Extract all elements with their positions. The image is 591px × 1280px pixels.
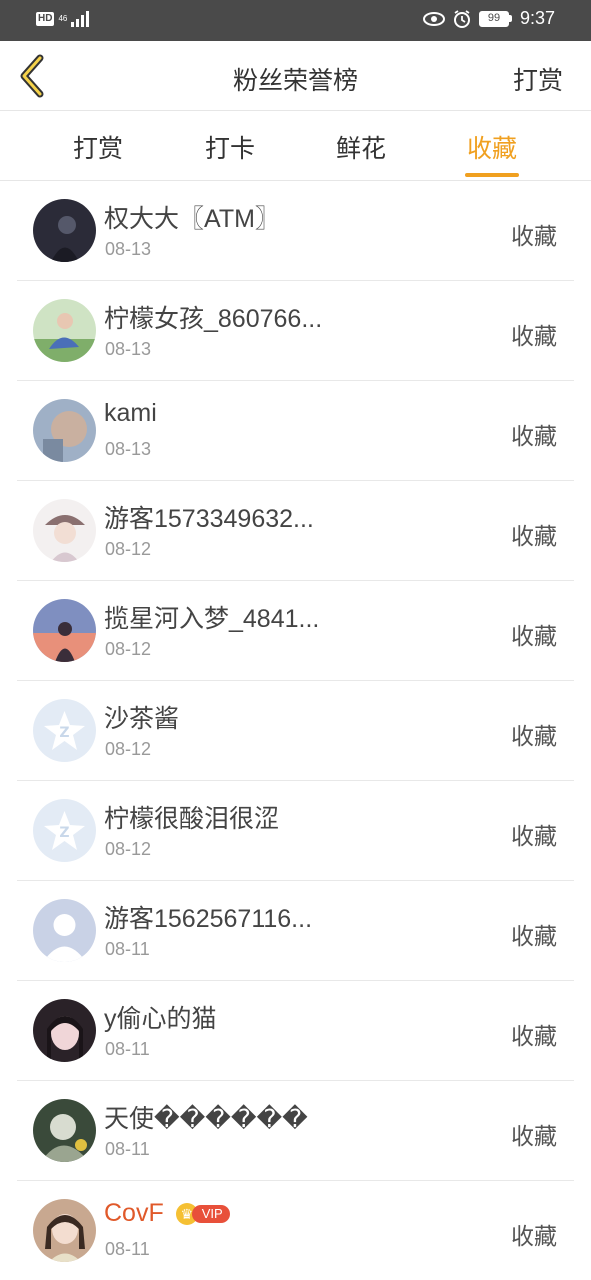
- status-bar-right: 99 9:37: [422, 8, 555, 29]
- fan-name: 柠檬女孩_860766...: [104, 305, 323, 333]
- fan-action: 收藏: [511, 523, 557, 549]
- avatar: [33, 599, 96, 662]
- fan-name: 游客1573349632...: [104, 505, 314, 533]
- fan-name: 揽星河入梦_4841...: [104, 605, 320, 633]
- fan-date: 08-13: [105, 339, 152, 359]
- eye-icon: [422, 11, 445, 26]
- active-tab-indicator: [465, 173, 519, 177]
- list-item[interactable]: 揽星河入梦_4841... 08-12 收藏: [17, 581, 574, 681]
- list-item[interactable]: 柠檬女孩_860766... 08-13 收藏: [17, 281, 574, 381]
- signal-icon: [71, 11, 90, 27]
- list-item[interactable]: 游客1562567116... 08-11 收藏: [17, 881, 574, 981]
- tab-checkin[interactable]: 打卡: [190, 129, 270, 165]
- fan-date: 08-11: [105, 1039, 150, 1059]
- svg-text:Z: Z: [59, 825, 69, 841]
- status-bar: HD 46 99 9:37: [0, 0, 591, 41]
- avatar: [33, 399, 96, 462]
- fan-action: 收藏: [511, 923, 557, 949]
- reward-button[interactable]: 打赏: [513, 61, 563, 97]
- battery-icon: 99: [478, 10, 512, 27]
- tab-reward[interactable]: 打赏: [58, 129, 138, 165]
- list-item[interactable]: 天使������ 08-11 收藏: [17, 1081, 574, 1181]
- avatar: Z: [33, 699, 96, 762]
- vip-badge: VIP: [191, 1204, 230, 1223]
- fan-action: 收藏: [511, 723, 557, 749]
- avatar: [33, 1099, 96, 1162]
- fan-date: 08-11: [105, 1239, 150, 1259]
- tab-flowers[interactable]: 鲜花: [321, 129, 401, 165]
- list-item[interactable]: Z 沙茶酱 08-12 收藏: [17, 681, 574, 781]
- default-avatar-icon: Z: [33, 799, 96, 862]
- tab-favorites[interactable]: 收藏: [452, 129, 532, 177]
- avatar: [33, 299, 96, 362]
- clock: 9:37: [519, 8, 555, 28]
- status-bar-left: HD 46: [36, 11, 90, 27]
- svg-text:Z: Z: [59, 725, 69, 741]
- fan-date: 08-12: [105, 539, 152, 559]
- fan-action: 收藏: [511, 823, 557, 849]
- fan-date: 08-13: [105, 239, 152, 259]
- fan-action: 收藏: [511, 1123, 557, 1149]
- avatar: Z: [33, 799, 96, 862]
- fan-action: 收藏: [511, 1023, 557, 1049]
- fan-name: 天使������: [104, 1105, 308, 1133]
- tab-bar: 打赏 打卡 鲜花 收藏: [0, 111, 591, 181]
- fan-name: CovF ♛ VIP: [104, 1199, 230, 1228]
- hd-icon: HD: [36, 12, 55, 26]
- fan-action: 收藏: [511, 323, 557, 349]
- list-item[interactable]: 游客1573349632... 08-12 收藏: [17, 481, 574, 581]
- fan-name: y偷心的猫: [104, 1005, 217, 1033]
- avatar: [33, 199, 96, 262]
- fan-name: 游客1562567116...: [104, 905, 313, 933]
- fan-list: 权大大〖ATM〗 08-13 收藏 柠檬女孩_860766... 08-13 收…: [17, 181, 574, 1280]
- alarm-icon: [453, 9, 470, 28]
- fan-date: 08-13: [105, 439, 152, 459]
- user-placeholder-icon: [33, 899, 96, 962]
- fan-date: 08-11: [105, 1139, 150, 1159]
- fan-name: 柠檬很酸泪很涩: [104, 805, 280, 833]
- default-avatar-icon: Z: [33, 699, 96, 762]
- avatar: [33, 899, 96, 962]
- fan-action: 收藏: [511, 223, 557, 249]
- list-item[interactable]: y偷心的猫 08-11 收藏: [17, 981, 574, 1081]
- avatar: [33, 1199, 96, 1262]
- avatar: [33, 999, 96, 1062]
- fan-name: 沙茶酱: [104, 705, 180, 733]
- page-title: 粉丝荣誉榜: [232, 67, 358, 95]
- list-item[interactable]: kami 08-13 收藏: [17, 381, 574, 481]
- list-item[interactable]: Z 柠檬很酸泪很涩 08-12 收藏: [17, 781, 574, 881]
- fan-name: 权大大〖ATM〗: [104, 205, 280, 233]
- header-bar: 粉丝荣誉榜 打赏: [0, 41, 591, 111]
- fan-date: 08-12: [105, 739, 152, 759]
- fan-name: kami: [104, 399, 157, 427]
- fan-date: 08-11: [105, 939, 150, 959]
- fan-action: 收藏: [511, 623, 557, 649]
- list-item[interactable]: CovF ♛ VIP 08-11 收藏: [17, 1181, 574, 1280]
- fan-date: 08-12: [105, 639, 152, 659]
- fan-action: 收藏: [511, 1223, 557, 1249]
- network-type: 46: [58, 14, 68, 23]
- fan-action: 收藏: [511, 423, 557, 449]
- avatar: [33, 499, 96, 562]
- fan-date: 08-12: [105, 839, 152, 859]
- list-item[interactable]: 权大大〖ATM〗 08-13 收藏: [17, 181, 574, 281]
